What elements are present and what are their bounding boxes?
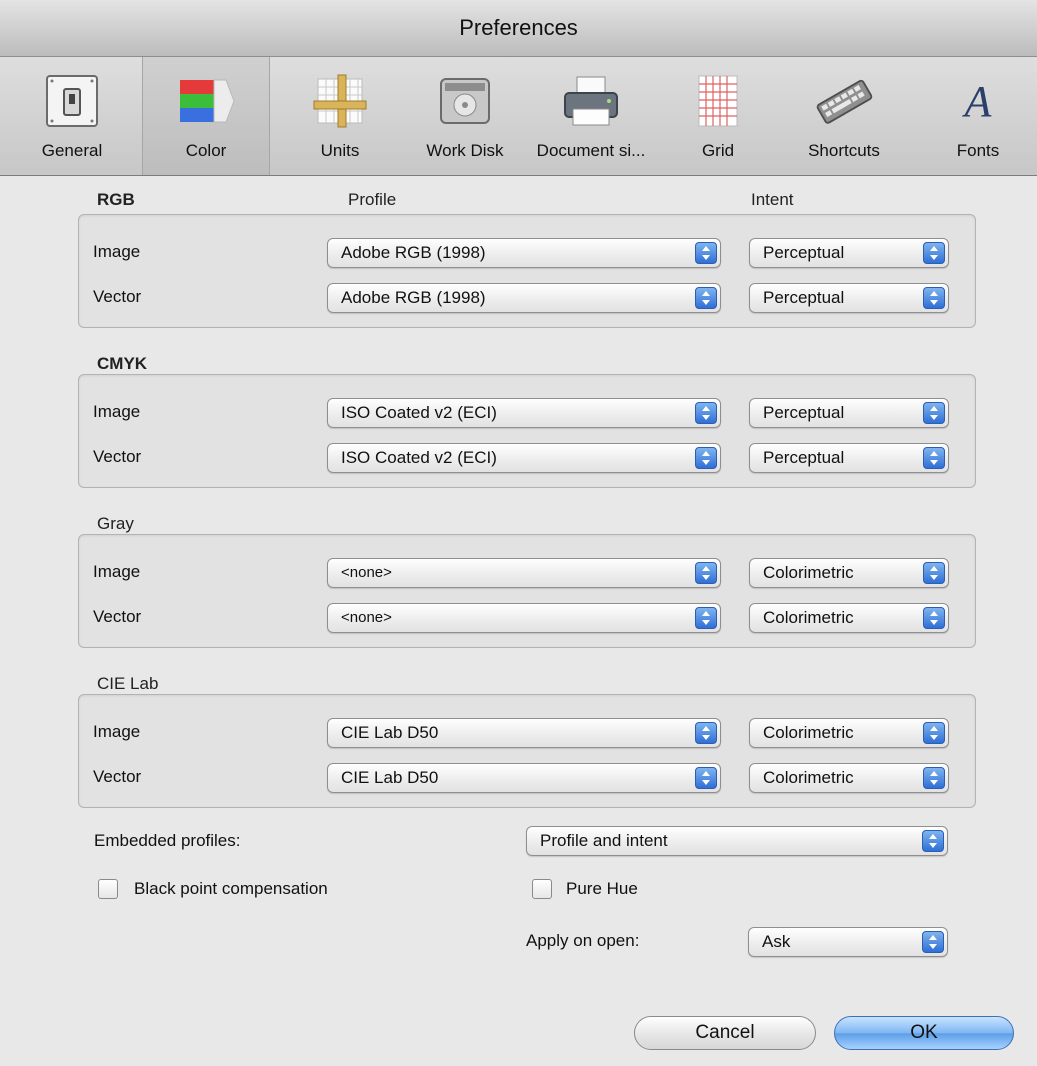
keyboard-icon bbox=[814, 71, 874, 131]
toolbar-label-units: Units bbox=[320, 141, 360, 160]
column-header-intent: Intent bbox=[751, 190, 794, 209]
grid-page-icon bbox=[688, 71, 748, 131]
gray-vector-intent-select[interactable]: Colorimetric bbox=[749, 603, 949, 633]
row-label-vector: Vector bbox=[93, 767, 142, 786]
pure-hue-checkbox[interactable] bbox=[532, 879, 552, 899]
toolbar-label-color: Color bbox=[185, 141, 227, 160]
preferences-toolbar: General Color Units Work Disk Document s… bbox=[0, 57, 1037, 176]
hard-disk-icon bbox=[435, 71, 495, 131]
select-arrows-icon bbox=[695, 287, 717, 309]
toolbar-item-units[interactable]: Units bbox=[290, 57, 390, 175]
font-a-icon: A bbox=[964, 76, 992, 126]
title-bar[interactable]: Preferences bbox=[0, 0, 1037, 57]
ok-button[interactable]: OK bbox=[834, 1016, 1014, 1050]
select-arrows-icon bbox=[695, 242, 717, 264]
cie-lab-image-profile-select[interactable]: CIE Lab D50 bbox=[327, 718, 721, 748]
preferences-window: Preferences General Color Units Work Dis… bbox=[0, 0, 1037, 1066]
select-arrows-icon bbox=[923, 562, 945, 584]
toolbar-label-shortcuts: Shortcuts bbox=[808, 141, 880, 160]
row-label-vector: Vector bbox=[93, 607, 142, 626]
select-arrows-icon bbox=[695, 722, 717, 744]
row-label-image: Image bbox=[93, 242, 141, 261]
cie-lab-image-intent-select[interactable]: Colorimetric bbox=[749, 718, 949, 748]
select-arrows-icon bbox=[923, 607, 945, 629]
select-arrows-icon bbox=[695, 402, 717, 424]
select-arrows-icon bbox=[923, 242, 945, 264]
gray-image-intent-select[interactable]: Colorimetric bbox=[749, 558, 949, 588]
select-arrows-icon bbox=[695, 767, 717, 789]
section-title-cmyk: CMYK bbox=[97, 354, 148, 373]
rgb-vector-intent-select[interactable]: Perceptual bbox=[749, 283, 949, 313]
toolbar-label-work-disk: Work Disk bbox=[426, 141, 504, 160]
toolbar-item-grid[interactable]: Grid bbox=[676, 57, 760, 175]
select-arrows-icon bbox=[923, 402, 945, 424]
toolbar-label-general: General bbox=[41, 141, 103, 160]
cie-lab-vector-intent-select[interactable]: Colorimetric bbox=[749, 763, 949, 793]
rgb-vector-profile-select[interactable]: Adobe RGB (1998) bbox=[327, 283, 721, 313]
row-label-image: Image bbox=[93, 402, 141, 421]
column-header-profile: Profile bbox=[348, 190, 397, 209]
rgb-group: Image Adobe RGB (1998) Perceptual Vector… bbox=[78, 214, 976, 328]
select-arrows-icon bbox=[923, 722, 945, 744]
toolbar-item-document-size[interactable]: Document si... bbox=[522, 57, 660, 175]
printer-icon bbox=[561, 71, 621, 131]
color-bars-icon bbox=[176, 71, 236, 131]
cmyk-image-profile-select[interactable]: ISO Coated v2 (ECI) bbox=[327, 398, 721, 428]
select-arrows-icon bbox=[922, 931, 944, 953]
rgb-image-profile-select[interactable]: Adobe RGB (1998) bbox=[327, 238, 721, 268]
toolbar-item-fonts[interactable]: A Fonts bbox=[940, 57, 1016, 175]
row-label-vector: Vector bbox=[93, 447, 142, 466]
select-arrows-icon bbox=[922, 830, 944, 852]
gray-vector-profile-select[interactable]: <none> bbox=[327, 603, 721, 633]
select-arrows-icon bbox=[923, 287, 945, 309]
ruler-grid-icon bbox=[310, 71, 370, 131]
black-point-compensation-checkbox[interactable] bbox=[98, 879, 118, 899]
pure-hue-label: Pure Hue bbox=[566, 879, 638, 898]
embedded-profiles-label: Embedded profiles: bbox=[94, 831, 241, 850]
cie-lab-vector-profile-select[interactable]: CIE Lab D50 bbox=[327, 763, 721, 793]
cie-lab-group: Image CIE Lab D50 Colorimetric Vector CI… bbox=[78, 694, 976, 808]
cancel-button[interactable]: Cancel bbox=[634, 1016, 816, 1050]
embedded-profiles-select[interactable]: Profile and intent bbox=[526, 826, 948, 856]
toolbar-item-work-disk[interactable]: Work Disk bbox=[410, 57, 520, 175]
toolbar-label-fonts: Fonts bbox=[956, 141, 1000, 160]
gray-image-profile-select[interactable]: <none> bbox=[327, 558, 721, 588]
select-arrows-icon bbox=[695, 447, 717, 469]
apply-on-open-select[interactable]: Ask bbox=[748, 927, 948, 957]
toolbar-item-general[interactable]: General bbox=[18, 57, 126, 175]
black-point-compensation-label: Black point compensation bbox=[134, 879, 328, 898]
switch-icon bbox=[42, 71, 102, 131]
select-arrows-icon bbox=[923, 447, 945, 469]
toolbar-label-document-size: Document si... bbox=[536, 141, 646, 160]
select-arrows-icon bbox=[695, 562, 717, 584]
cmyk-group: Image ISO Coated v2 (ECI) Perceptual Vec… bbox=[78, 374, 976, 488]
gray-group: Image <none> Colorimetric Vector <none> … bbox=[78, 534, 976, 648]
select-arrows-icon bbox=[923, 767, 945, 789]
cmyk-vector-profile-select[interactable]: ISO Coated v2 (ECI) bbox=[327, 443, 721, 473]
row-label-image: Image bbox=[93, 722, 141, 741]
window-title: Preferences bbox=[459, 15, 578, 40]
cmyk-vector-intent-select[interactable]: Perceptual bbox=[749, 443, 949, 473]
select-arrows-icon bbox=[695, 607, 717, 629]
section-title-cie-lab: CIE Lab bbox=[97, 674, 159, 693]
toolbar-item-shortcuts[interactable]: Shortcuts bbox=[786, 57, 902, 175]
row-label-vector: Vector bbox=[93, 287, 142, 306]
cmyk-image-intent-select[interactable]: Perceptual bbox=[749, 398, 949, 428]
section-title-gray: Gray bbox=[97, 514, 134, 533]
rgb-image-intent-select[interactable]: Perceptual bbox=[749, 238, 949, 268]
color-preferences-pane: RGB Profile Intent Image Adobe RGB (1998… bbox=[0, 176, 1037, 1066]
toolbar-label-grid: Grid bbox=[701, 141, 735, 160]
section-title-rgb: RGB bbox=[97, 190, 135, 209]
row-label-image: Image bbox=[93, 562, 141, 581]
toolbar-item-color[interactable]: Color bbox=[142, 57, 270, 175]
apply-on-open-label: Apply on open: bbox=[526, 931, 640, 950]
